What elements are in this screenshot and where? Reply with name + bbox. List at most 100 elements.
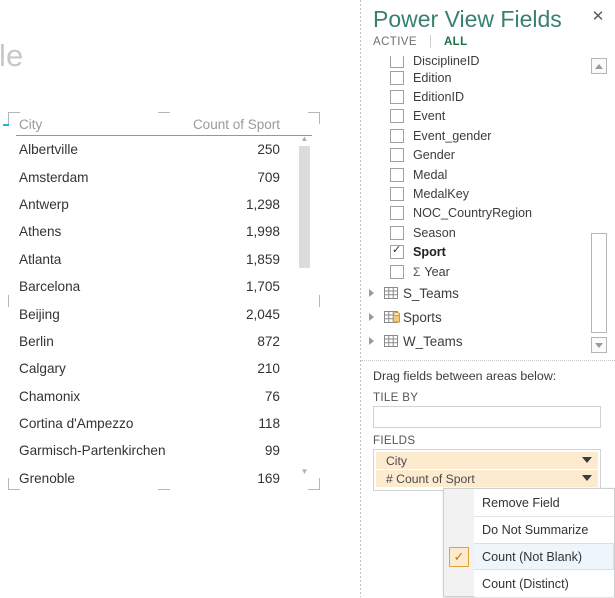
tab-all[interactable]: ALL [444,36,468,48]
cell-count: 210 [169,361,312,376]
expand-triangle-icon[interactable] [369,337,379,345]
resize-handle-middle-right[interactable] [319,295,320,307]
table-row[interactable]: Albertville250 [16,136,312,163]
field-label: DisciplineID [413,56,480,68]
cell-count: 1,859 [169,252,312,267]
field-item[interactable]: Medal [361,165,615,184]
field-checkbox[interactable] [390,226,404,240]
fields-label: FIELDS [373,434,415,447]
cell-city: Albertville [16,142,169,157]
context-menu-item-label: Count (Distinct) [482,577,569,591]
table-row[interactable]: Amsterdam709 [16,163,312,190]
column-header-count-of-sport[interactable]: Count of Sport [169,117,312,132]
field-checkbox[interactable] [390,206,404,220]
context-menu-item[interactable]: Count (Distinct) [474,570,614,597]
expand-triangle-icon[interactable] [369,289,379,297]
context-menu-gutter [444,489,475,596]
scroll-up-icon[interactable] [591,58,607,74]
field-checkbox[interactable] [390,90,404,104]
field-list-scrollbar[interactable] [591,58,607,353]
field-checkbox[interactable] [390,71,404,85]
table-row[interactable]: Chamonix76 [16,383,312,410]
cell-city: Calgary [16,361,169,376]
tab-active[interactable]: ACTIVE [373,36,417,48]
close-icon[interactable]: ✕ [589,8,607,26]
resize-handle-middle-left[interactable] [8,295,9,307]
context-menu-item-label: Count (Not Blank) [482,550,582,564]
table-header-row: City Count of Sport [16,117,312,136]
field-list-scroll-thumb[interactable] [591,233,607,333]
chevron-down-icon[interactable] [582,457,592,463]
table-node[interactable]: S_Teams [361,281,615,305]
report-title-placeholder[interactable]: a title [0,38,24,74]
field-item[interactable]: MedalKey [361,184,615,203]
context-menu-item[interactable]: Remove Field [474,489,614,516]
cell-count: 872 [169,334,312,349]
table-scrollbar[interactable]: ▲ ▼ [299,134,310,476]
field-item[interactable]: EditionID [361,87,615,106]
field-chip[interactable]: # Count of Sport [376,470,598,487]
table-scroll-down-icon[interactable]: ▼ [299,467,310,476]
field-item[interactable]: NOC_CountryRegion [361,204,615,223]
column-header-city[interactable]: City [16,117,169,132]
fields-dropzone[interactable]: City# Count of Sport [373,449,601,491]
table-scroll-thumb[interactable] [299,146,310,268]
cell-city: Barcelona [16,279,169,294]
context-menu-item-label: Remove Field [482,496,560,510]
cell-city: Atlanta [16,252,169,267]
table-row[interactable]: Athens1,998 [16,218,312,245]
table-row[interactable]: Beijing2,045 [16,300,312,327]
tile-by-dropzone[interactable] [373,406,601,428]
pane-tabs: ACTIVE ALL [373,35,468,48]
field-checkbox[interactable] [390,245,404,259]
field-item[interactable]: Event [361,107,615,126]
field-checkbox[interactable] [390,265,404,279]
field-label: Edition [413,71,452,85]
table-row[interactable]: Garmisch-Partenkirchen99 [16,437,312,464]
field-label: Season [413,226,456,240]
cell-count: 1,998 [169,224,312,239]
field-item[interactable]: Sport [361,243,615,262]
table-row[interactable]: Calgary210 [16,355,312,382]
resize-handle-top-middle[interactable] [158,112,170,113]
chevron-down-icon[interactable] [582,475,592,481]
cell-count: 1,298 [169,197,312,212]
table-node[interactable]: W_Teams [361,329,615,353]
field-item[interactable]: Season [361,223,615,242]
field-item[interactable]: Edition [361,68,615,87]
field-checkbox[interactable] [390,148,404,162]
field-list[interactable]: DisciplineID Edition EditionID Event Event_g… [361,56,615,355]
field-checkbox[interactable] [390,168,404,182]
field-label: MedalKey [413,187,469,201]
scroll-down-icon[interactable] [591,337,607,353]
table-row[interactable]: Barcelona1,705 [16,273,312,300]
context-menu-item[interactable]: Do Not Summarize [474,516,614,543]
field-label: Event [413,109,445,123]
table-scroll-up-icon[interactable]: ▲ [299,134,310,143]
table-icon [384,311,398,323]
report-canvas[interactable]: a title City Count of Sport Albertville2… [0,0,360,597]
context-menu-item[interactable]: ✓Count (Not Blank) [474,543,614,570]
field-checkbox[interactable] [390,109,404,123]
table-visual[interactable]: City Count of Sport Albertville250Amster… [8,112,320,490]
resize-handle-bottom-middle[interactable] [158,489,170,490]
table-row[interactable]: Grenoble169 [16,465,312,484]
field-checkbox[interactable] [390,56,404,68]
field-checkbox[interactable] [390,187,404,201]
field-item[interactable]: Gender [361,146,615,165]
table-row[interactable]: Antwerp1,298 [16,191,312,218]
table-row[interactable]: Cortina d'Ampezzo118 [16,410,312,437]
field-item[interactable]: Event_gender [361,126,615,145]
table-rows: Albertville250Amsterdam709Antwerp1,298At… [16,136,312,484]
field-item[interactable]: DisciplineID [361,56,615,68]
field-checkbox[interactable] [390,129,404,143]
table-node[interactable]: Sports [361,305,615,329]
field-item[interactable]: ΣYear [361,262,615,281]
expand-triangle-icon[interactable] [369,313,379,321]
field-context-menu[interactable]: Remove Field Do Not Summarize✓Count (Not … [443,488,615,597]
table-row[interactable]: Berlin872 [16,328,312,355]
tile-by-label: TILE BY [373,391,418,404]
field-chip[interactable]: City [376,452,598,469]
field-label: Medal [413,168,447,182]
table-row[interactable]: Atlanta1,859 [16,246,312,273]
